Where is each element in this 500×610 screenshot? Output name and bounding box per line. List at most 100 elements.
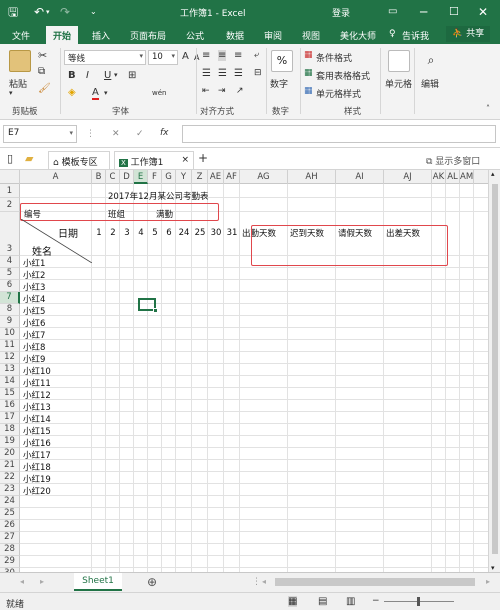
row-header[interactable]: 2 xyxy=(0,198,20,212)
day-header-cell[interactable]: 24 xyxy=(176,228,192,238)
column-header[interactable]: AG xyxy=(240,170,288,184)
row-header[interactable]: 4 xyxy=(0,256,20,268)
row-header[interactable]: 23 xyxy=(0,484,20,496)
row-header[interactable]: 25 xyxy=(0,508,20,520)
employee-name-cell[interactable]: 小红10 xyxy=(23,365,51,377)
employee-name-cell[interactable]: 小红20 xyxy=(23,485,51,497)
zoom-slider-thumb[interactable] xyxy=(417,597,420,606)
cancel-icon[interactable]: ✕ xyxy=(112,129,120,139)
phonetic-button[interactable]: wén xyxy=(152,89,166,97)
employee-name-cell[interactable]: 小红9 xyxy=(23,353,45,365)
fill-handle[interactable] xyxy=(153,308,158,313)
tab-insert[interactable]: 插入 xyxy=(92,29,110,42)
close-icon[interactable]: ✕ xyxy=(478,4,488,20)
row-header[interactable]: 12 xyxy=(0,352,20,364)
horizontal-scroll-thumb[interactable] xyxy=(275,578,475,586)
row-header[interactable]: 8 xyxy=(0,304,20,316)
select-all-corner[interactable] xyxy=(0,170,20,184)
row-header[interactable]: 10 xyxy=(0,328,20,340)
day-header-cell[interactable]: 25 xyxy=(192,228,208,238)
login-link[interactable]: 登录 xyxy=(332,6,350,19)
day-header-cell[interactable]: 1 xyxy=(92,228,106,238)
column-header[interactable]: E xyxy=(134,170,148,184)
row-header[interactable]: 28 xyxy=(0,544,20,556)
column-header[interactable]: C xyxy=(106,170,120,184)
scroll-down-icon[interactable]: ▾ xyxy=(491,564,495,572)
employee-name-cell[interactable]: 小红14 xyxy=(23,413,51,425)
cell-styles-button[interactable]: 单元格样式 xyxy=(316,87,361,100)
column-header[interactable]: A xyxy=(20,170,92,184)
employee-name-cell[interactable]: 小红11 xyxy=(23,377,51,389)
format-painter-icon[interactable]: 🖌 xyxy=(38,83,51,94)
day-header-cell[interactable]: 31 xyxy=(224,228,240,238)
employee-name-cell[interactable]: 小红1 xyxy=(23,257,45,269)
row-header[interactable]: 13 xyxy=(0,364,20,376)
collapse-ribbon-icon[interactable]: ˄ xyxy=(486,104,490,113)
paste-icon[interactable] xyxy=(9,50,31,72)
column-header[interactable]: AF xyxy=(224,170,240,184)
fill-color-icon[interactable]: ◈ xyxy=(68,87,76,98)
row-header[interactable]: 29 xyxy=(0,556,20,568)
employee-name-cell[interactable]: 小红12 xyxy=(23,389,51,401)
employee-name-cell[interactable]: 小红13 xyxy=(23,401,51,413)
row-header[interactable]: 5 xyxy=(0,268,20,280)
column-header[interactable]: D xyxy=(120,170,134,184)
row-header[interactable]: 14 xyxy=(0,376,20,388)
conditional-format-button[interactable]: 条件格式 xyxy=(316,51,352,64)
font-color-button[interactable]: A xyxy=(92,87,99,100)
row-header[interactable]: 17 xyxy=(0,412,20,424)
align-bottom-icon[interactable]: ≡ xyxy=(234,50,242,61)
row-header[interactable]: 11 xyxy=(0,340,20,352)
row-header[interactable]: 6 xyxy=(0,280,20,292)
row-header[interactable]: 16 xyxy=(0,400,20,412)
format-as-table-button[interactable]: 套用表格格式 xyxy=(316,69,370,82)
multi-window-button[interactable]: ⧉ 显示多窗口 xyxy=(426,154,480,167)
orientation-icon[interactable]: ↗ xyxy=(236,86,244,96)
copy-icon[interactable]: ⧉ xyxy=(38,66,45,77)
close-tab-icon[interactable]: × xyxy=(181,155,189,165)
h-scroll-left-icon[interactable]: ◂ xyxy=(262,577,266,586)
day-header-cell[interactable]: 4 xyxy=(134,228,148,238)
column-header[interactable]: AH xyxy=(288,170,336,184)
wrap-text-icon[interactable]: ⤶ xyxy=(254,50,259,60)
row-header[interactable]: 3 xyxy=(0,212,20,256)
day-header-cell[interactable]: 3 xyxy=(120,228,134,238)
template-tab[interactable]: ⌂ 模板专区 xyxy=(48,151,110,169)
underline-dropdown-icon[interactable]: ▾ xyxy=(114,71,118,79)
normal-view-icon[interactable]: ▦ xyxy=(288,596,298,607)
employee-name-cell[interactable]: 小红8 xyxy=(23,341,45,353)
sheet-options-icon[interactable]: ⋮ xyxy=(252,577,261,587)
day-header-cell[interactable]: 2 xyxy=(106,228,120,238)
align-right-icon[interactable]: ☰ xyxy=(234,68,243,79)
tell-me-box[interactable]: 告诉我 xyxy=(402,29,429,42)
tab-formulas[interactable]: 公式 xyxy=(186,29,204,42)
row-header[interactable]: 18 xyxy=(0,424,20,436)
workbook-tab[interactable]: X 工作簿1 × xyxy=(114,151,194,169)
h-scroll-right-icon[interactable]: ▸ xyxy=(486,577,490,586)
align-middle-icon[interactable]: ≡ xyxy=(218,50,227,61)
employee-name-cell[interactable]: 小红7 xyxy=(23,329,45,341)
name-box[interactable]: E7 ▾ xyxy=(3,125,77,143)
employee-name-cell[interactable]: 小红17 xyxy=(23,449,51,461)
increase-font-size-button[interactable]: A xyxy=(182,51,189,62)
increase-indent-icon[interactable]: ⇥ xyxy=(218,86,226,96)
redo-icon[interactable]: ↷ xyxy=(60,4,70,20)
maximize-icon[interactable]: ☐ xyxy=(449,4,459,20)
cells-button[interactable]: 单元格 xyxy=(385,77,412,90)
row-header[interactable]: 15 xyxy=(0,388,20,400)
bold-button[interactable]: B xyxy=(68,70,76,81)
zoom-out-icon[interactable]: − xyxy=(372,596,380,606)
column-header[interactable]: AK xyxy=(432,170,446,184)
open-folder-icon[interactable]: ▰ xyxy=(25,152,33,165)
align-top-icon[interactable]: ≡ xyxy=(202,50,210,61)
row-header[interactable]: 27 xyxy=(0,532,20,544)
underline-button[interactable]: U xyxy=(104,70,111,81)
prev-sheet-icon[interactable]: ◂ xyxy=(20,577,24,586)
merge-center-icon[interactable]: ⊟ xyxy=(254,68,262,78)
column-header[interactable]: AE xyxy=(208,170,224,184)
save-icon[interactable]: 🖫 xyxy=(8,4,18,20)
employee-name-cell[interactable]: 小红3 xyxy=(23,281,45,293)
column-header[interactable]: G xyxy=(162,170,176,184)
row-header[interactable]: 1 xyxy=(0,184,20,198)
share-button[interactable]: ⛹ 共享 xyxy=(446,26,491,42)
